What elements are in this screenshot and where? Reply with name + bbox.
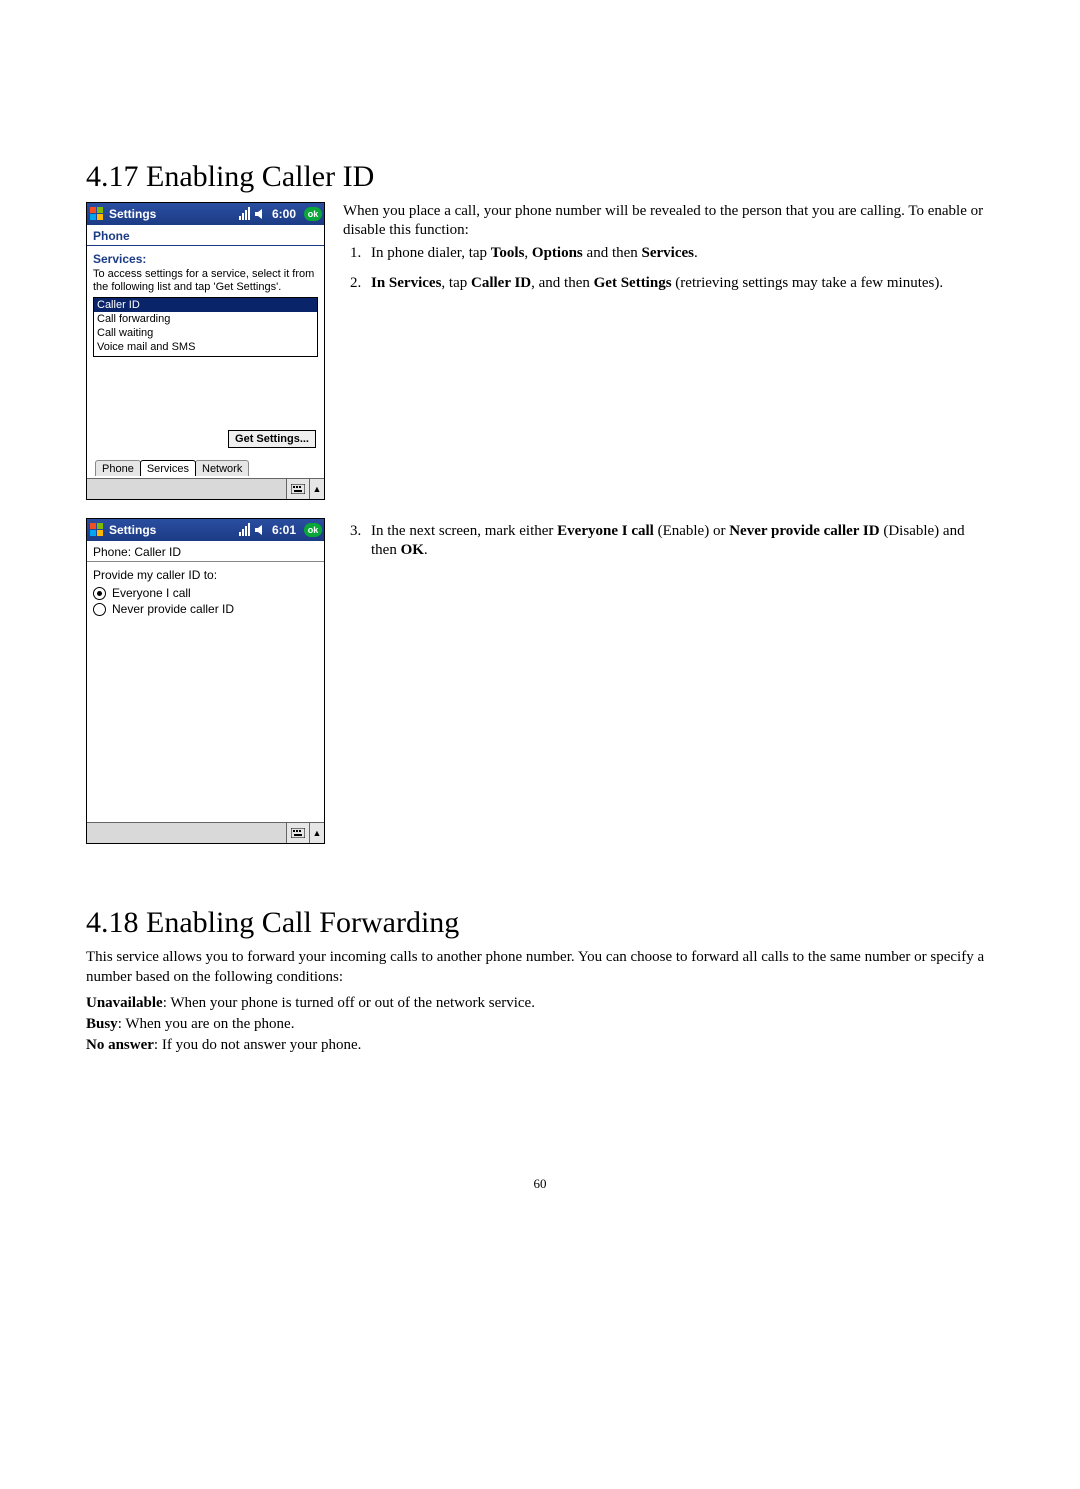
speaker-icon [254, 523, 266, 537]
provide-caller-id-label: Provide my caller ID to: [93, 568, 318, 582]
phone-body: Services: To access settings for a servi… [87, 246, 324, 478]
section-4-18-heading: 4.18 Enabling Call Forwarding [86, 906, 994, 940]
phone-tab-header: Phone [87, 225, 324, 246]
services-label: Services: [93, 252, 318, 266]
services-hint-text: To access settings for a service, select… [93, 268, 318, 293]
sip-up-arrow-icon[interactable]: ▲ [309, 479, 324, 499]
get-settings-button[interactable]: Get Settings... [228, 430, 316, 448]
steps-list-top: In phone dialer, tap Tools, Options and … [343, 244, 994, 292]
radio-never-provide[interactable]: Never provide caller ID [93, 602, 318, 616]
radio-option-label: Never provide caller ID [112, 602, 234, 616]
phone-titlebar: Settings 6:01 ok [87, 519, 324, 541]
step-3: In the next screen, mark either Everyone… [365, 522, 994, 560]
sip-bar: ▲ [87, 822, 324, 843]
keyboard-icon[interactable] [286, 479, 309, 499]
titlebar-time: 6:01 [270, 523, 298, 537]
list-item[interactable]: Call waiting [94, 326, 317, 340]
manual-page: 4.17 Enabling Caller ID Settings [0, 0, 1080, 1252]
start-flag-icon [89, 522, 105, 538]
section-4-17-text-top: When you place a call, your phone number… [343, 202, 994, 303]
tab-services[interactable]: Services [140, 460, 196, 476]
signal-icon [238, 523, 250, 537]
sip-bar: ▲ [87, 478, 324, 499]
condition-unavailable: Unavailable: When your phone is turned o… [86, 993, 994, 1014]
sip-up-arrow-icon[interactable]: ▲ [309, 823, 324, 843]
bottom-tab-strip: Phone Services Network [91, 454, 320, 476]
step-1: In phone dialer, tap Tools, Options and … [365, 244, 994, 263]
start-flag-icon [89, 206, 105, 222]
condition-busy: Busy: When you are on the phone. [86, 1014, 994, 1035]
titlebar-title: Settings [109, 523, 156, 537]
speaker-icon [254, 207, 266, 221]
radio-everyone-i-call[interactable]: Everyone I call [93, 586, 318, 600]
step-2: In Services, tap Caller ID, and then Get… [365, 274, 994, 293]
keyboard-icon[interactable] [286, 823, 309, 843]
section-4-18-intro: This service allows you to forward your … [86, 948, 994, 987]
titlebar-time: 6:00 [270, 207, 298, 221]
radio-option-label: Everyone I call [112, 586, 191, 600]
section-4-17-heading: 4.17 Enabling Caller ID [86, 160, 994, 194]
page-number: 60 [86, 1176, 994, 1192]
signal-icon [238, 207, 250, 221]
titlebar-title: Settings [109, 207, 156, 221]
section-4-17-text-bottom: In the next screen, mark either Everyone… [343, 518, 994, 570]
condition-no-answer: No answer: If you do not answer your pho… [86, 1035, 994, 1056]
ok-button[interactable]: ok [304, 207, 322, 221]
tab-phone[interactable]: Phone [95, 460, 141, 476]
services-listbox[interactable]: Caller ID Call forwarding Call waiting V… [93, 297, 318, 357]
radio-icon[interactable] [93, 603, 106, 616]
section-4-17-row-2: Settings 6:01 ok Phone: Caller ID Provid… [86, 518, 994, 856]
tab-network[interactable]: Network [195, 460, 249, 476]
list-item[interactable]: Call forwarding [94, 312, 317, 326]
section-4-17-row-1: Settings 6:00 ok Phone Services: To acce… [86, 202, 994, 512]
phone-titlebar: Settings 6:00 ok [87, 203, 324, 225]
intro-paragraph: When you place a call, your phone number… [343, 202, 994, 240]
phone-screenshot-callerid: Settings 6:01 ok Phone: Caller ID Provid… [86, 518, 325, 844]
steps-list-bottom: In the next screen, mark either Everyone… [343, 522, 994, 560]
ok-button[interactable]: ok [304, 523, 322, 537]
caller-id-body: Provide my caller ID to: Everyone I call… [87, 562, 324, 822]
phone-screenshot-services: Settings 6:00 ok Phone Services: To acce… [86, 202, 325, 500]
list-item[interactable]: Voice mail and SMS [94, 340, 317, 354]
caller-id-subheader: Phone: Caller ID [87, 541, 324, 562]
list-item[interactable]: Caller ID [94, 298, 317, 312]
radio-icon[interactable] [93, 587, 106, 600]
